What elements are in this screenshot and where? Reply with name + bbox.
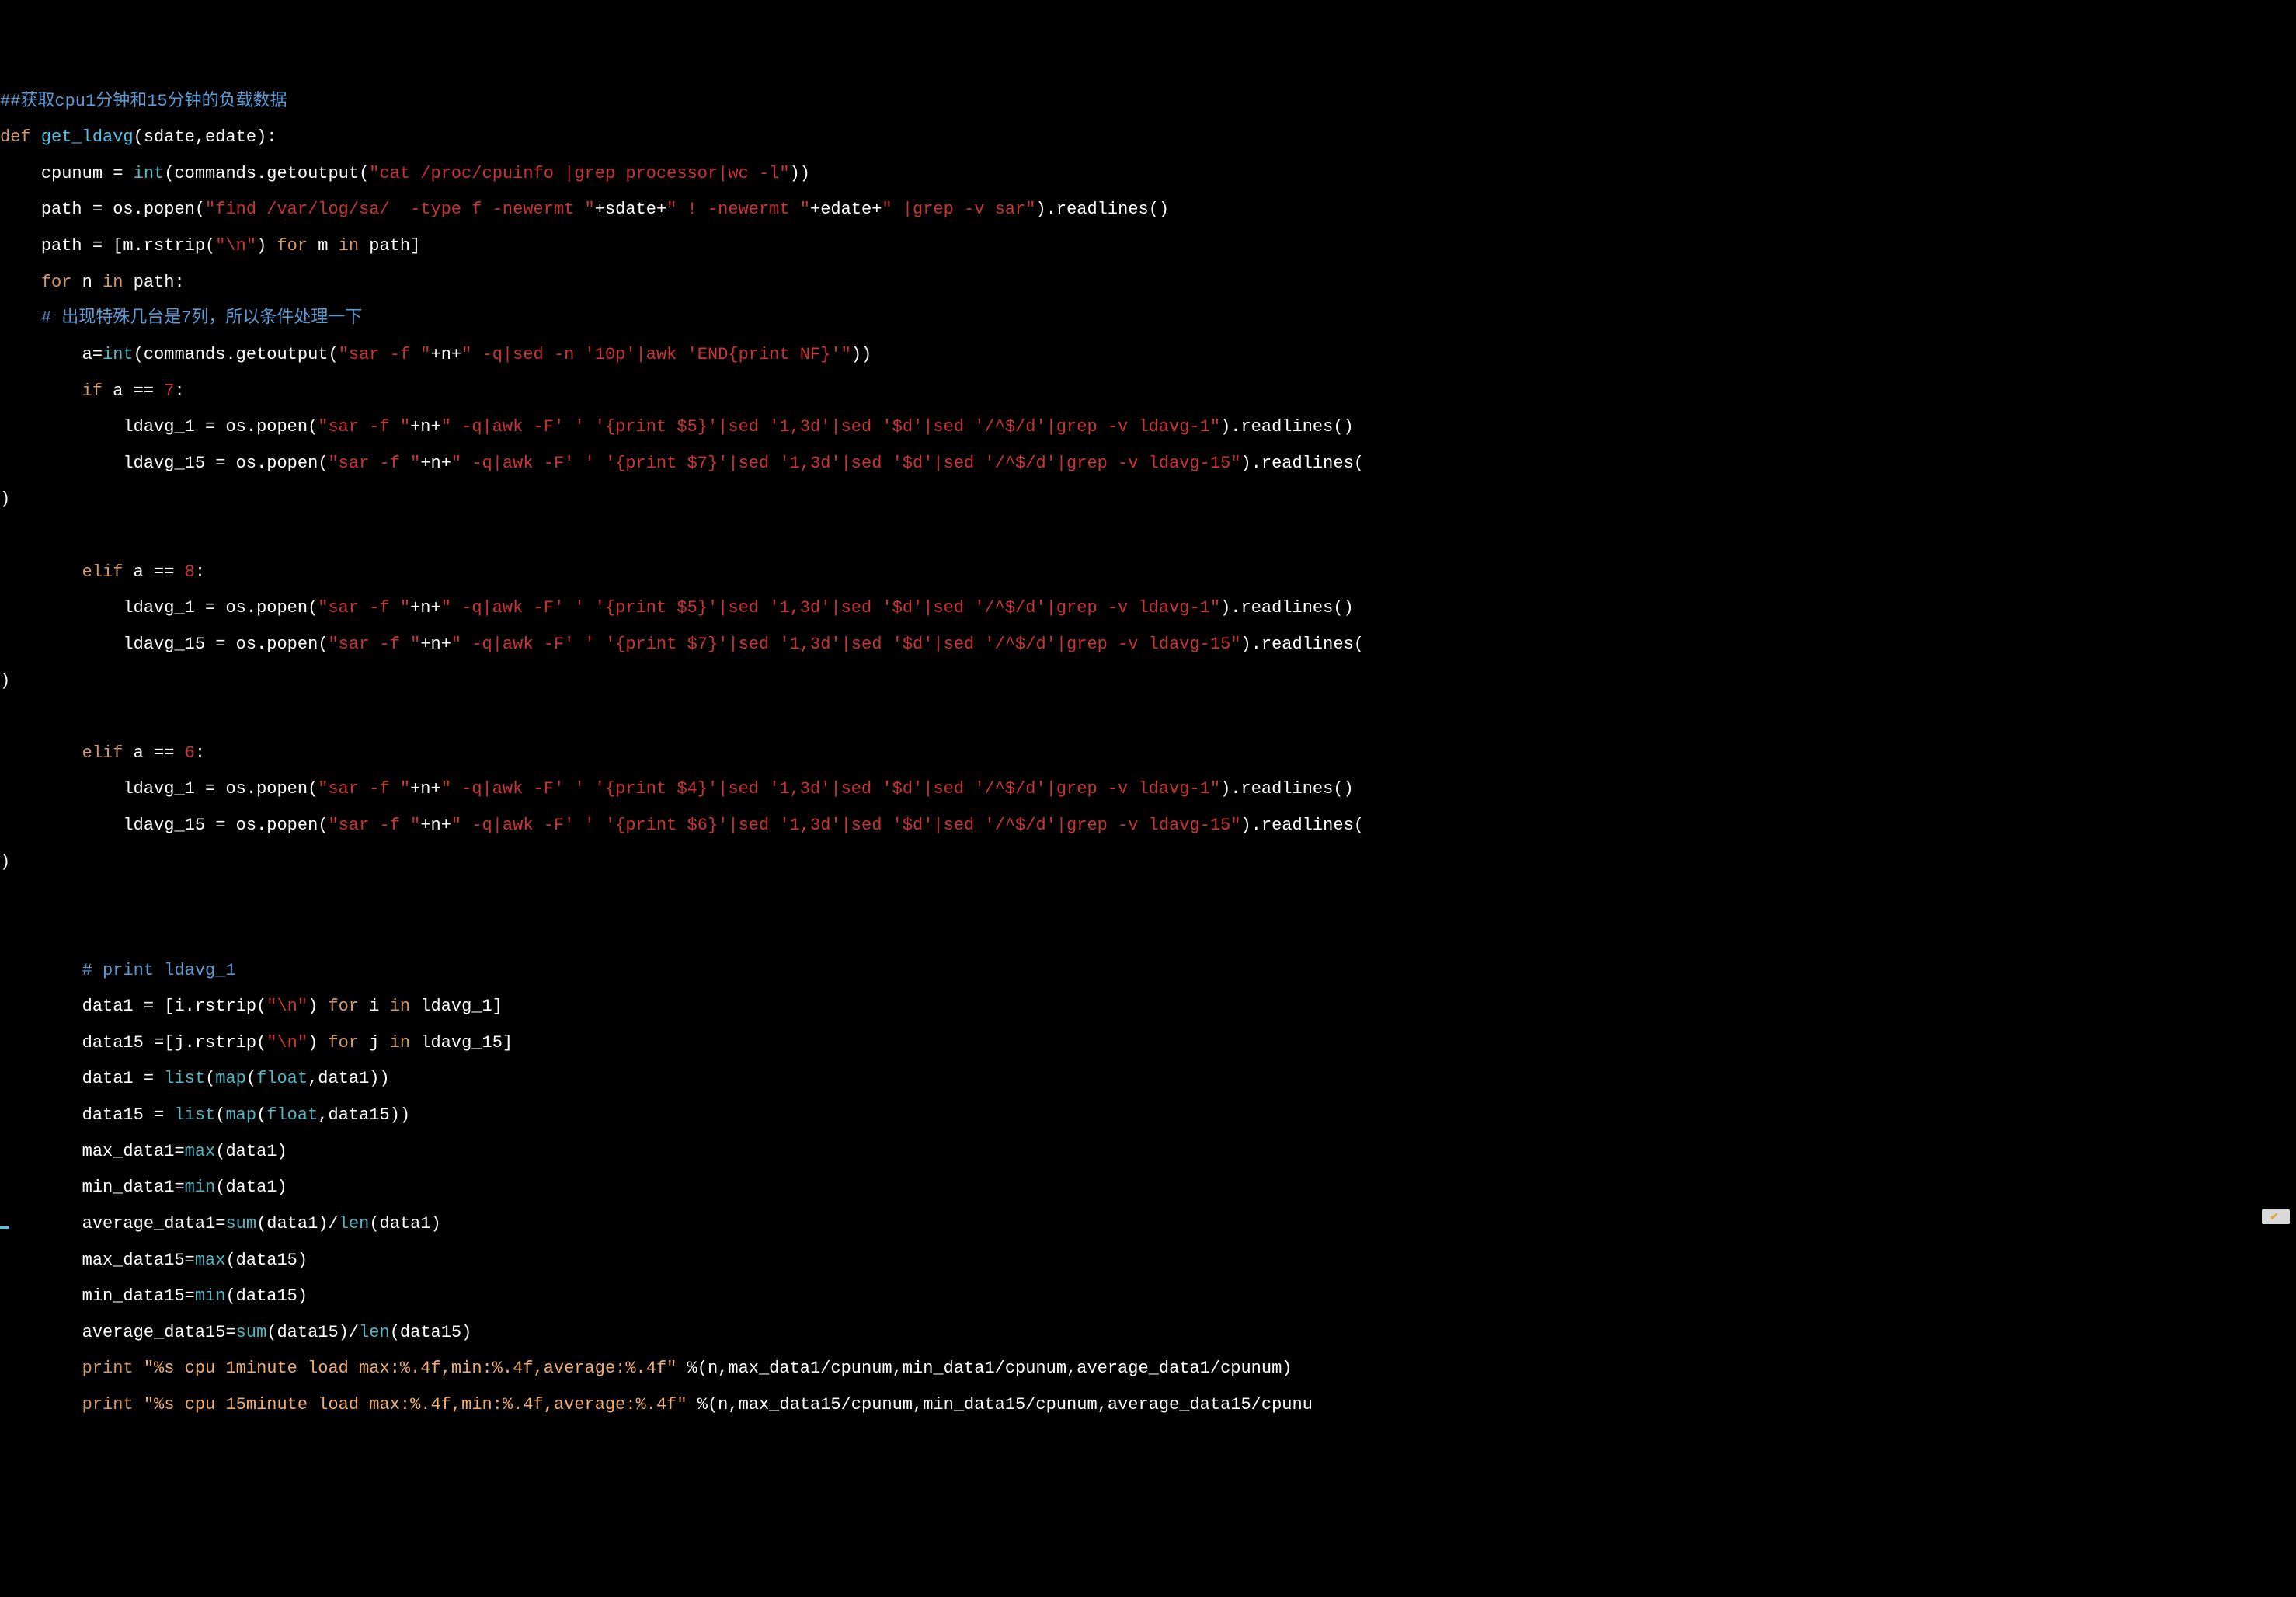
code-line: data1 = list(map(float,data1)) xyxy=(0,1070,2296,1087)
code-line: max_data1=max(data1) xyxy=(0,1143,2296,1160)
code-line: ##获取cpu1分钟和15分钟的负载数据 xyxy=(0,92,2296,110)
code-line: elif a == 6: xyxy=(0,744,2296,762)
code-line: if a == 7: xyxy=(0,382,2296,400)
code-line: ) xyxy=(0,672,2296,690)
code-line: ) xyxy=(0,853,2296,871)
code-line: data15 =[j.rstrip("\n") for j in ldavg_1… xyxy=(0,1034,2296,1052)
code-line: path = [m.rstrip("\n") for m in path] xyxy=(0,237,2296,255)
code-line: ) xyxy=(0,490,2296,508)
code-line: ldavg_1 = os.popen("sar -f "+n+" -q|awk … xyxy=(0,418,2296,436)
code-line: ldavg_15 = os.popen("sar -f "+n+" -q|awk… xyxy=(0,635,2296,653)
code-line: a=int(commands.getoutput("sar -f "+n+" -… xyxy=(0,346,2296,364)
code-line: print "%s cpu 1minute load max:%.4f,min:… xyxy=(0,1359,2296,1377)
code-line: # 出现特殊几台是7列，所以条件处理一下 xyxy=(0,309,2296,327)
code-line: data1 = [i.rstrip("\n") for i in ldavg_1… xyxy=(0,997,2296,1015)
code-line: ldavg_15 = os.popen("sar -f "+n+" -q|awk… xyxy=(0,454,2296,472)
code-line xyxy=(0,889,2296,906)
code-line: # print ldavg_1 xyxy=(0,962,2296,979)
cursor-indicator xyxy=(0,1226,9,1229)
code-line: min_data15=min(data15) xyxy=(0,1287,2296,1305)
code-line: def get_ldavg(sdate,edate): xyxy=(0,128,2296,146)
comment-text: ##获取cpu1分钟和15分钟的负载数据 xyxy=(0,92,287,111)
code-line: path = os.popen("find /var/log/sa/ -type… xyxy=(0,200,2296,218)
code-line: elif a == 8: xyxy=(0,563,2296,581)
code-line: ldavg_15 = os.popen("sar -f "+n+" -q|awk… xyxy=(0,816,2296,834)
watermark-badge: ✔ xyxy=(2262,1209,2290,1224)
code-line: print "%s cpu 15minute load max:%.4f,min… xyxy=(0,1396,2296,1414)
code-line: for n in path: xyxy=(0,273,2296,291)
code-line: cpunum = int(commands.getoutput("cat /pr… xyxy=(0,165,2296,183)
code-editor[interactable]: ##获取cpu1分钟和15分钟的负载数据 def get_ldavg(sdate… xyxy=(0,74,2296,1432)
code-line: max_data15=max(data15) xyxy=(0,1251,2296,1269)
code-line: data15 = list(map(float,data15)) xyxy=(0,1106,2296,1124)
code-line: average_data15=sum(data15)/len(data15) xyxy=(0,1324,2296,1341)
code-line: ldavg_1 = os.popen("sar -f "+n+" -q|awk … xyxy=(0,599,2296,617)
check-icon: ✔ xyxy=(2270,1210,2279,1223)
code-line: ldavg_1 = os.popen("sar -f "+n+" -q|awk … xyxy=(0,780,2296,798)
code-line xyxy=(0,527,2296,545)
code-line xyxy=(0,925,2296,943)
code-line: min_data1=min(data1) xyxy=(0,1178,2296,1196)
code-line xyxy=(0,708,2296,725)
